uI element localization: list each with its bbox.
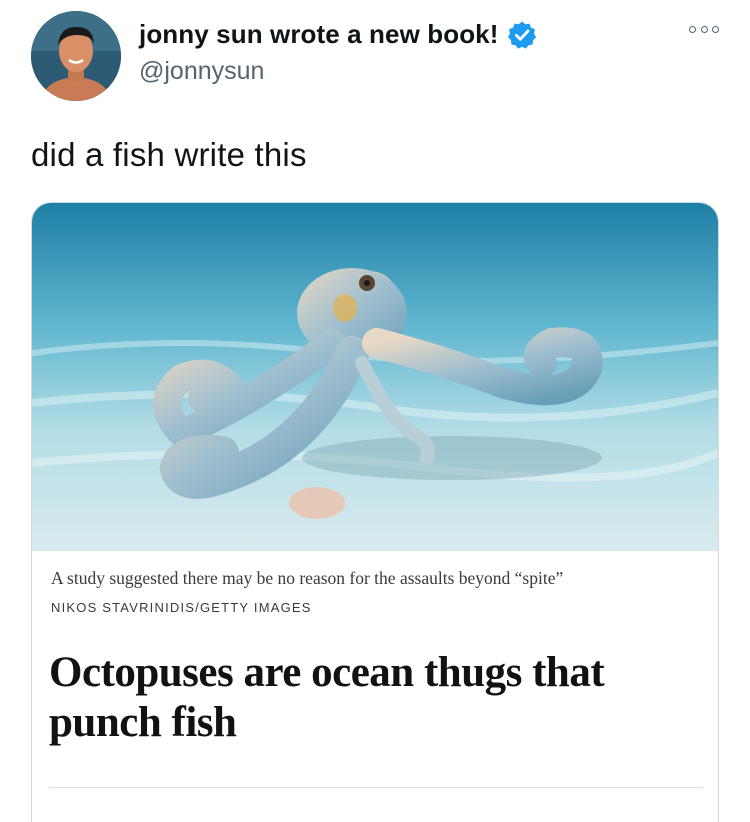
- dot-icon: [700, 26, 708, 33]
- image-credit: NIKOS STAVRINIDIS/GETTY IMAGES: [51, 600, 312, 615]
- divider: [49, 787, 703, 788]
- more-options-icon[interactable]: [689, 26, 719, 38]
- tweet-header: jonny sun wrote a new book! @jonnysun: [0, 0, 750, 110]
- image-caption: A study suggested there may be no reason…: [51, 568, 564, 588]
- display-name[interactable]: jonny sun wrote a new book!: [139, 19, 499, 50]
- tweet-text: did a fish write this: [31, 136, 307, 173]
- octopus-photo-icon: [32, 203, 718, 551]
- dot-icon: [712, 26, 719, 33]
- article-headline[interactable]: Octopuses are ocean thugs that punch fis…: [49, 648, 699, 748]
- link-card[interactable]: A study suggested there may be no reason…: [31, 202, 719, 822]
- dot-icon: [689, 26, 696, 33]
- avatar[interactable]: [31, 11, 121, 101]
- verified-badge-icon: [507, 21, 536, 49]
- handle[interactable]: @jonnysun: [139, 57, 264, 86]
- avatar-photo-icon: [31, 11, 121, 101]
